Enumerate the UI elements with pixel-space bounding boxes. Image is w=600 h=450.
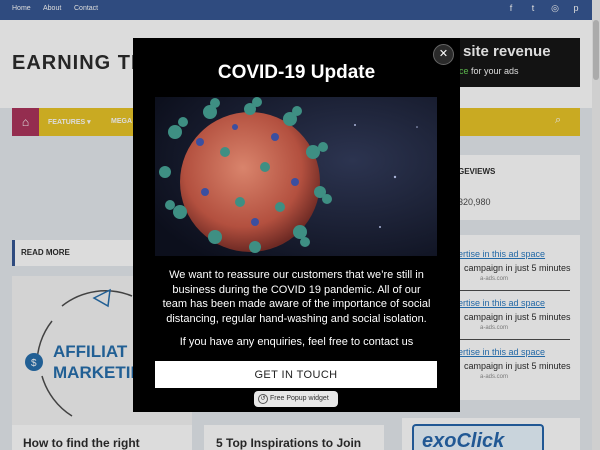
coronavirus-image xyxy=(155,97,437,256)
popup-body-text: We want to reassure our customers that w… xyxy=(162,269,431,325)
popup-widget-icon: ↺ xyxy=(258,394,268,404)
popup-title: COVID-19 Update xyxy=(217,62,376,83)
popup-widget-badge[interactable]: ↺ Free Popup widget xyxy=(254,391,338,407)
popup-contact-text: If you have any enquiries, feel free to … xyxy=(179,336,414,348)
popup-widget-label: Free Popup widget xyxy=(270,395,329,402)
get-in-touch-button[interactable]: GET IN TOUCH xyxy=(155,361,437,388)
